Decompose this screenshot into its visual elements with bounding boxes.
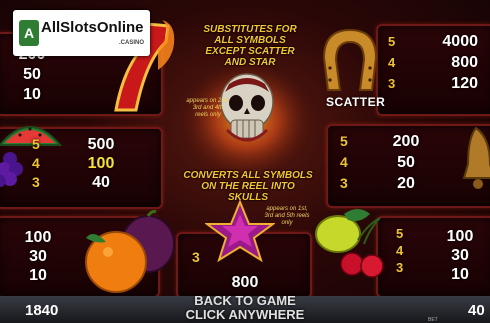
lemon-cherry-count-3: 3: [396, 260, 404, 275]
orange-plum-symbol: [85, 210, 175, 293]
wild-convert-caption: CONVERTS ALL SYMBOLS ON THE REEL INTO SK…: [183, 170, 313, 203]
horseshoe-count-4: 4: [388, 55, 396, 70]
bell-count-3: 3: [340, 175, 348, 191]
seven-value-4: 50: [23, 66, 41, 83]
click-anywhere-text[interactable]: CLICK ANYWHERE: [0, 308, 490, 322]
svg-text:A: A: [24, 25, 34, 41]
horseshoe-counts: 5 4 3: [388, 31, 395, 94]
horseshoe-value-5: 4000: [442, 33, 478, 50]
orange-plum-value-4: 30: [29, 248, 47, 265]
lemon-cherry-value-4: 30: [451, 247, 469, 264]
horseshoe-value-3: 120: [451, 75, 478, 92]
wild-caption: SUBSTITUTES FOR ALL SYMBOLS EXCEPT SCATT…: [203, 24, 297, 68]
wild-reels-note: appears on 2nd, 3rd and 4th reels only: [186, 98, 230, 118]
bell-count-5: 5: [340, 133, 348, 149]
logo-subtext: .CASINO: [118, 40, 144, 46]
horseshoe-count-5: 5: [388, 34, 396, 49]
lemon-cherry-values: 100 30 10: [440, 227, 480, 284]
seven-counts: 5: [0, 40, 9, 60]
horseshoe-scatter-symbol: [322, 28, 378, 91]
chip-icon: A: [19, 20, 39, 46]
watermelon-value-5: 500: [87, 136, 115, 153]
paytable-screen[interactable]: 5 200 50 10 A AllSlotsOnline .CASINO SUB…: [0, 0, 490, 323]
lemon-cherry-value-3: 10: [451, 266, 469, 283]
star-values: 800: [222, 273, 268, 293]
bell-value-5: 200: [392, 133, 420, 150]
horseshoe-values: 4000 800 120: [426, 31, 478, 94]
watermelon-values: 500 100 40: [78, 135, 124, 192]
watermelon-value-4: 100: [87, 155, 115, 172]
allslotsonline-logo: A AllSlotsOnline .CASINO: [13, 10, 150, 56]
horseshoe-count-3: 3: [388, 76, 396, 91]
lemon-cherry-symbol: [315, 209, 384, 278]
watermelon-count-4: 4: [32, 155, 40, 171]
bell-symbol: [462, 126, 490, 189]
bell-counts: 5 4 3: [340, 131, 348, 194]
lemon-cherry-count-5: 5: [396, 226, 404, 241]
horseshoe-value-4: 800: [451, 54, 478, 71]
star-value-3: 800: [231, 274, 259, 291]
orange-plum-values: 100 30 10: [16, 228, 60, 285]
seven-value-3: 10: [23, 86, 41, 103]
lemon-cherry-counts: 5 4 3: [396, 225, 403, 276]
back-to-game-button[interactable]: BACK TO GAME: [0, 294, 490, 308]
orange-plum-value-5: 100: [24, 229, 52, 246]
watermelon-value-3: 40: [92, 174, 110, 191]
bell-count-4: 4: [340, 154, 348, 170]
watermelon-count-3: 3: [32, 174, 40, 190]
watermelon-count-5: 5: [32, 136, 40, 152]
bell-value-3: 20: [397, 175, 415, 192]
star-reels-note: appears on 1st, 3rd and 5th reels only: [264, 206, 310, 226]
orange-plum-value-3: 10: [29, 267, 47, 284]
logo-text: AllSlotsOnline: [41, 19, 144, 36]
bell-values: 200 50 20: [384, 131, 428, 194]
bell-value-4: 50: [397, 154, 415, 171]
watermelon-counts: 5 4 3: [32, 135, 40, 192]
star-counts: 3: [192, 247, 200, 267]
lemon-cherry-count-4: 4: [396, 243, 404, 258]
lemon-cherry-value-5: 100: [446, 228, 474, 245]
star-count-3: 3: [192, 249, 200, 265]
scatter-label: SCATTER: [326, 95, 386, 109]
